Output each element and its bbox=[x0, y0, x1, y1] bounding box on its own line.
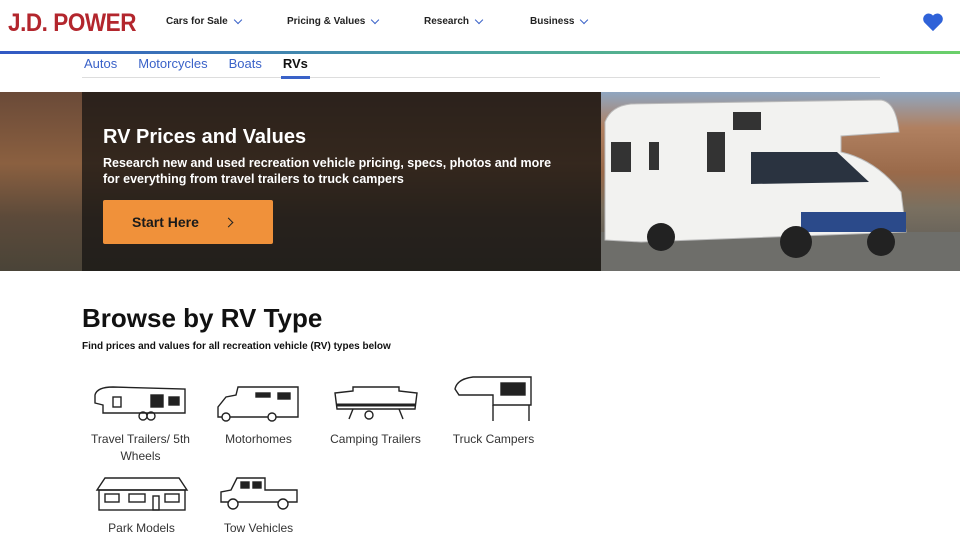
motorhome-icon bbox=[216, 386, 299, 422]
tab-motorcycles[interactable]: Motorcycles bbox=[136, 56, 209, 78]
button-label: Start Here bbox=[132, 214, 199, 230]
chevron-down-icon bbox=[371, 15, 380, 24]
tab-rvs[interactable]: RVs bbox=[280, 56, 310, 79]
type-label: Camping Trailers bbox=[330, 432, 421, 446]
nav-research[interactable]: Research bbox=[424, 15, 484, 27]
browse-subtitle: Find prices and values for all recreatio… bbox=[82, 341, 391, 352]
type-label: Motorhomes bbox=[225, 432, 292, 446]
nav-cars-for-sale[interactable]: Cars for Sale bbox=[166, 15, 242, 27]
type-label: Tow Vehicles bbox=[223, 521, 294, 535]
start-here-button[interactable]: Start Here bbox=[103, 200, 273, 244]
rv-type-park-models[interactable]: Park Models bbox=[84, 476, 199, 537]
chevron-down-icon bbox=[233, 15, 242, 24]
fifth-wheel-icon bbox=[93, 386, 186, 421]
motorhome-photo-icon bbox=[601, 99, 960, 271]
chevron-down-icon bbox=[474, 15, 484, 24]
chevron-down-icon bbox=[580, 15, 589, 24]
rv-type-motorhomes[interactable]: Motorhomes bbox=[201, 383, 316, 448]
nav-label: Research bbox=[424, 16, 470, 27]
truck-camper-icon bbox=[453, 376, 532, 421]
jd-power-logo[interactable]: J.D. POWER bbox=[8, 9, 136, 38]
type-label: Truck Campers bbox=[452, 432, 535, 446]
header-divider bbox=[0, 51, 960, 54]
nav-business[interactable]: Business bbox=[530, 15, 589, 27]
tab-boats[interactable]: Boats bbox=[227, 56, 264, 78]
hero-subtitle: Research new and used recreation vehicle… bbox=[103, 156, 552, 186]
tow-vehicle-icon bbox=[219, 477, 298, 510]
type-label: Park Models bbox=[108, 521, 175, 535]
heart-icon[interactable] bbox=[922, 12, 944, 32]
camping-trailer-icon bbox=[333, 386, 418, 420]
rv-type-tow-vehicles[interactable]: Tow Vehicles bbox=[201, 476, 316, 537]
tab-autos[interactable]: Autos bbox=[82, 56, 119, 78]
hero-title: RV Prices and Values bbox=[103, 126, 307, 148]
nav-label: Business bbox=[530, 16, 575, 27]
site-header: J.D. POWER Cars for Sale Pricing & Value… bbox=[0, 0, 960, 52]
nav-label: Cars for Sale bbox=[166, 16, 228, 27]
nav-pricing-values[interactable]: Pricing & Values bbox=[287, 15, 380, 27]
browse-title: Browse by RV Type bbox=[82, 303, 323, 333]
nav-label: Pricing & Values bbox=[287, 16, 366, 27]
park-model-icon bbox=[95, 477, 188, 511]
rv-type-truck-campers[interactable]: Truck Campers bbox=[436, 375, 551, 448]
rv-type-travel-trailers[interactable]: Travel Trailers/ 5th Wheels bbox=[83, 383, 198, 465]
type-label: Travel Trailers/ 5th Wheels bbox=[91, 432, 190, 463]
hero-rv-photo bbox=[601, 92, 960, 271]
rv-type-camping-trailers[interactable]: Camping Trailers bbox=[318, 383, 433, 448]
chevron-right-icon bbox=[223, 217, 234, 227]
vehicle-tabs: Autos Motorcycles Boats RVs bbox=[82, 56, 880, 79]
